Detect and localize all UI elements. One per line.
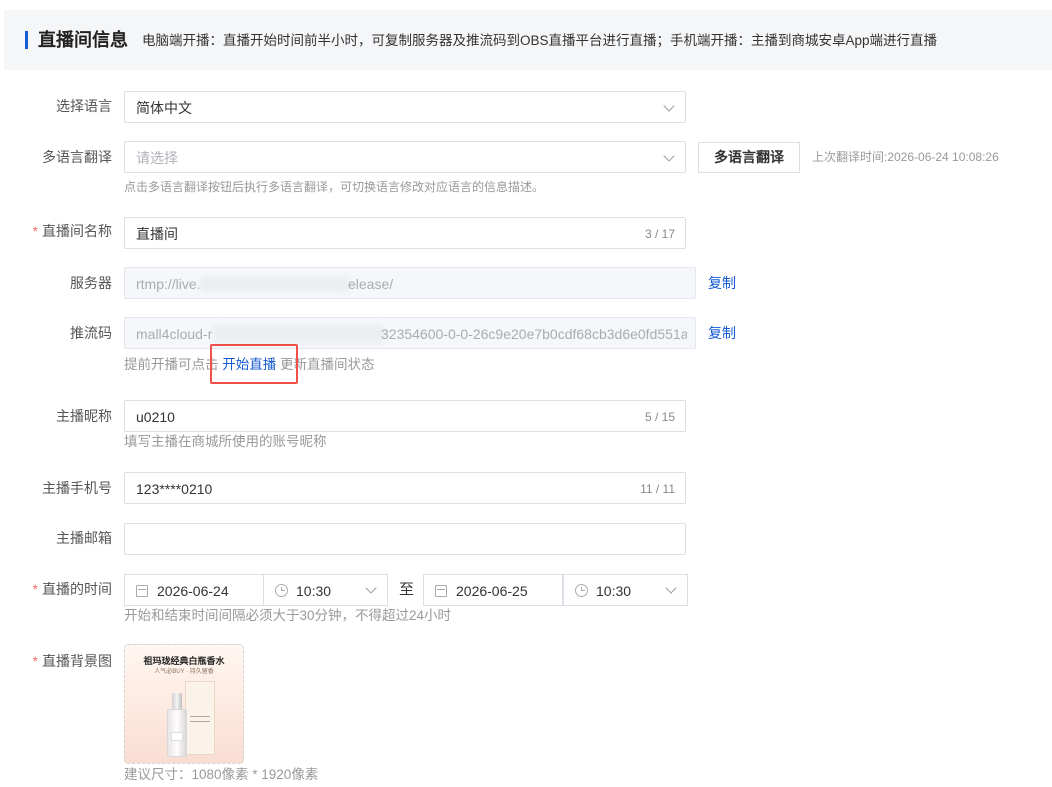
background-size-hint: 建议尺寸：1080像素 * 1920像素	[124, 767, 319, 782]
clock-icon	[275, 584, 288, 597]
live-time-label: * 直播的时间	[32, 581, 112, 597]
chevron-down-icon	[663, 150, 675, 162]
last-translate-time: 上次翻译时间:2026-06-24 10:08:26	[812, 150, 999, 164]
nickname-hint: 填写主播在商城所使用的账号昵称	[124, 434, 327, 449]
email-label: 主播邮箱	[56, 530, 112, 546]
room-name-counter: 3 / 17	[644, 227, 675, 241]
server-label: 服务器	[70, 275, 112, 291]
translate-hint: 点击多语言翻译按钮后执行多语言翻译，可切换语言修改对应语言的信息描述。	[124, 180, 545, 194]
nickname-value: u0210	[136, 409, 175, 425]
stream-key-label: 推流码	[70, 325, 112, 341]
translate-button[interactable]: 多语言翻译	[698, 142, 800, 173]
section-description: 电脑端开播：直播开始时间前半小时，可复制服务器及推流码到OBS直播平台进行直播；…	[142, 33, 938, 48]
copy-server-link[interactable]: 复制	[708, 273, 736, 293]
nickname-label: 主播昵称	[56, 408, 112, 424]
server-value-start: rtmp://live.	[136, 276, 201, 292]
translate-placeholder: 请选择	[136, 150, 178, 166]
redacted-mask	[213, 324, 385, 344]
annotation-highlight	[210, 344, 298, 384]
section-accent-bar	[25, 31, 28, 49]
language-label: 选择语言	[56, 98, 112, 114]
translate-label: 多语言翻译	[42, 149, 112, 165]
section-header: 直播间信息 电脑端开播：直播开始时间前半小时，可复制服务器及推流码到OBS直播平…	[4, 10, 1052, 70]
live-time-hint: 开始和结束时间间隔必须大于30分钟，不得超过24小时	[124, 608, 452, 623]
perfume-bottle-graphic	[167, 709, 187, 757]
phone-input[interactable]: 123****0210 11 / 11	[124, 472, 686, 504]
image-title-text: 祖玛珑经典白瓶香水	[143, 656, 225, 666]
redacted-mask	[199, 276, 351, 292]
perfume-cap-graphic	[172, 693, 182, 709]
nickname-counter: 5 / 15	[644, 410, 675, 424]
calendar-icon	[435, 585, 447, 597]
phone-counter: 11 / 11	[640, 482, 675, 496]
end-time-value: 10:30	[596, 583, 632, 599]
nickname-input[interactable]: u0210 5 / 15	[124, 400, 686, 432]
start-date-value: 2026-06-24	[157, 583, 229, 599]
room-name-value: 直播间	[136, 226, 178, 242]
chevron-down-icon	[665, 582, 677, 594]
background-image-upload[interactable]: 祖玛珑经典白瓶香水 人气必BUY · 持久留香	[124, 644, 244, 764]
server-input[interactable]: rtmp://live. elease/	[124, 267, 696, 299]
end-date-picker[interactable]: 2026-06-25	[423, 574, 563, 606]
clock-icon	[575, 584, 588, 597]
phone-value: 123****0210	[136, 481, 213, 497]
chevron-down-icon	[365, 582, 377, 594]
email-input[interactable]	[124, 523, 686, 555]
chevron-down-icon	[663, 100, 675, 112]
room-name-label: * 直播间名称	[32, 223, 112, 239]
server-value-end: elease/	[348, 276, 394, 292]
start-date-picker[interactable]: 2026-06-24	[124, 574, 264, 606]
background-label: * 直播背景图	[32, 653, 112, 669]
language-select[interactable]: 简体中文	[124, 91, 686, 123]
start-time-picker[interactable]: 10:30	[263, 574, 388, 606]
start-time-value: 10:30	[296, 583, 332, 599]
language-value: 简体中文	[136, 100, 192, 116]
date-range-separator: 至	[399, 581, 415, 598]
translate-select[interactable]: 请选择	[124, 141, 686, 173]
room-name-input[interactable]: 直播间 3 / 17	[124, 217, 686, 249]
stream-key-value-end: 32354600-0-0-26c9e20e7b0cdf68cb3d6e0fd55…	[381, 326, 687, 342]
section-title: 直播间信息	[38, 30, 128, 50]
image-subtitle-text: 人气必BUY · 持久留香	[154, 669, 214, 675]
calendar-icon	[136, 585, 148, 597]
end-date-value: 2026-06-25	[456, 583, 528, 599]
phone-label: 主播手机号	[42, 480, 112, 496]
copy-stream-key-link[interactable]: 复制	[708, 323, 736, 343]
perfume-box-graphic	[185, 681, 215, 755]
stream-key-value-start: mall4cloud-r	[136, 326, 213, 342]
end-time-picker[interactable]: 10:30	[563, 574, 688, 606]
